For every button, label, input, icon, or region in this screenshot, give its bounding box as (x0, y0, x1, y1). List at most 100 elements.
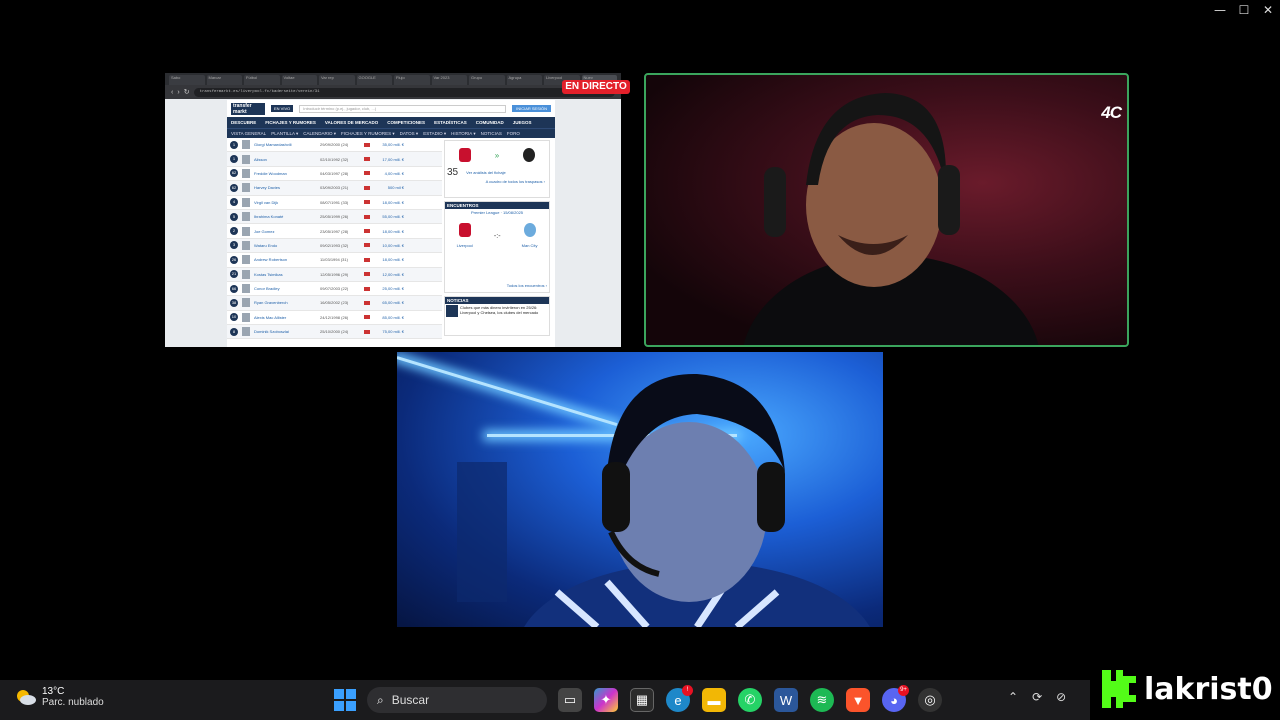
league-label[interactable]: Premier League · 15/08/2025 (445, 209, 549, 216)
table-row[interactable]: 66 Conor Bradley 09/07/2003 (22) 25,00 mill… (227, 282, 442, 297)
store-icon[interactable]: ▦ (630, 688, 654, 712)
player-name[interactable]: Ibrahima Konaté (254, 214, 316, 219)
shirt-number: 3 (230, 241, 238, 250)
nav-item[interactable]: COMUNIDAD (476, 120, 504, 125)
table-row[interactable]: 38 Ryan Gravenberch 16/05/2002 (23) 65,00 m… (227, 296, 442, 311)
chevron-up-icon[interactable]: ⌃ (1008, 690, 1018, 704)
spotify-icon[interactable]: ≋ (810, 688, 834, 712)
minimize-button[interactable]: — (1208, 0, 1232, 20)
all-matches-link[interactable]: Todos los encuentros › (445, 282, 549, 289)
streamer-camera-tile[interactable] (397, 352, 883, 627)
tm-logo[interactable]: transfer markt (231, 102, 265, 115)
nav-item[interactable]: FICHAJES Y RUMORES (265, 120, 316, 125)
market-value: 55,00 mill. € (382, 214, 404, 220)
player-name[interactable]: Alexis Mac Allister (254, 315, 316, 320)
nav-item[interactable]: COMPETICIONES (387, 120, 425, 125)
url-field[interactable]: transfermarkt.es/liverpool-fc/kaderseite… (193, 87, 615, 97)
table-row[interactable]: 4 Virgil van Dijk 08/07/1991 (33) 18,00 mil… (227, 196, 442, 210)
subnav-item[interactable]: ESTADIO ▾ (423, 131, 446, 137)
table-row[interactable]: 10 Alexis Mac Allister 24/12/1998 (26) 85,0… (227, 311, 442, 326)
table-row[interactable]: 1 Giorgi Mamardashvili 29/09/2000 (24) 35,0… (227, 138, 442, 153)
browser-tab[interactable]: Grupo (469, 75, 505, 85)
subnav-item[interactable]: NOTICIAS (481, 131, 502, 136)
browser-tab[interactable]: Agrupa (506, 75, 542, 85)
network-icon[interactable]: ⊘ (1056, 690, 1066, 704)
table-row[interactable]: 2 Joe Gomez 23/05/1997 (28) 18,00 mill. € (227, 224, 442, 239)
player-name[interactable]: Andrew Robertson (254, 257, 316, 262)
table-row[interactable]: 21 Kostas Tsimikas 12/05/1996 (29) 12,00 mi… (227, 267, 442, 282)
browser-tab[interactable]: Voltae (281, 75, 317, 85)
brave-icon[interactable]: ▼ (846, 688, 870, 712)
word-icon[interactable]: W (774, 688, 798, 712)
player-photo (242, 183, 250, 193)
subnav-item[interactable]: VISTA GENERAL (231, 131, 266, 136)
player-name[interactable]: Kostas Tsimikas (254, 272, 316, 277)
taskbar-search[interactable]: ⌕ Buscar (367, 687, 547, 713)
system-tray: ⌃ ⟳ ⊘ (1008, 690, 1066, 704)
nav-item[interactable]: ESTADÍSTICAS (434, 120, 467, 125)
sync-icon[interactable]: ⟳ (1032, 690, 1042, 704)
browser-tab[interactable]: Marcar (206, 75, 242, 85)
table-row[interactable]: 1 Alisson 02/10/1992 (32) 17,00 mill. € (227, 152, 442, 167)
subnav-item[interactable]: FICHAJES Y RUMORES ▾ (341, 131, 395, 137)
browser-tab[interactable]: Var 2023 (431, 75, 467, 85)
browser-tab[interactable]: Var rep (319, 75, 355, 85)
subnav-item[interactable]: PLANTILLA ▾ (271, 131, 298, 137)
subnav-item[interactable]: CALENDARIO ▾ (303, 131, 336, 137)
maximize-button[interactable]: ☐ (1232, 0, 1256, 20)
player-name[interactable]: Dominik Szoboszlai (254, 329, 316, 334)
reload-icon[interactable]: ↻ (184, 88, 190, 96)
away-team[interactable]: Man City (520, 223, 540, 249)
browser-tab[interactable]: Flujo (394, 75, 430, 85)
news-item[interactable]: Clubes que más dinero invirtieron en 25/… (460, 305, 548, 317)
player-name[interactable]: Virgil van Dijk (254, 200, 316, 205)
player-name[interactable]: Joe Gomez (254, 229, 316, 234)
obs-icon[interactable]: ◎ (918, 688, 942, 712)
whatsapp-icon[interactable]: ✆ (738, 688, 762, 712)
screen-share-tile[interactable]: Sabo Marcar Fútbol Voltae Var rep GOOGLE… (165, 73, 621, 347)
table-row[interactable]: 3 Wataru Endo 09/02/1993 (32) 10,00 mill. € (227, 238, 442, 254)
browser-tab[interactable]: GOOGLE (356, 75, 392, 85)
transfer-analysis-link[interactable]: Ver análisis del fichaje (464, 169, 508, 176)
player-name[interactable]: Giorgi Mamardashvili (254, 142, 316, 147)
nav-item[interactable]: VALORES DE MERCADO (325, 120, 378, 125)
back-icon[interactable]: ‹ (171, 89, 173, 96)
all-transfers-link[interactable]: A cuadro de todos los traspasos › (447, 178, 547, 185)
discord-icon[interactable]: ◕ 9+ (882, 685, 909, 712)
participant-camera-tile[interactable]: 4C (644, 73, 1129, 347)
table-row[interactable]: 62 Harvey Davies 03/09/2003 (21) 500 mil € (227, 181, 442, 196)
player-name[interactable]: Alisson (254, 157, 316, 162)
browser-tab[interactable]: Fútbol (244, 75, 280, 85)
table-row[interactable]: 5 Ibrahima Konaté 25/05/1999 (26) 55,00 mil… (227, 209, 442, 225)
player-name[interactable]: Ryan Gravenberch (254, 300, 316, 305)
player-name[interactable]: Harvey Davies (254, 185, 316, 190)
table-row[interactable]: 26 Andrew Robertson 11/03/1994 (31) 18,00 m… (227, 253, 442, 268)
start-button[interactable] (333, 688, 357, 712)
close-button[interactable]: ✕ (1256, 0, 1280, 20)
table-row[interactable]: 62 Freddie Woodman 04/03/1997 (28) 4,00 mil… (227, 167, 442, 182)
edge-icon[interactable]: e! (666, 685, 693, 712)
subnav-item[interactable]: HISTORIA ▾ (451, 131, 475, 137)
market-value: 18,00 mill. € (382, 199, 404, 205)
player-name[interactable]: Freddie Woodman (254, 171, 316, 176)
streamer-name: lakrist0 (1144, 671, 1273, 707)
copilot-icon[interactable]: ✦ (594, 688, 618, 712)
forward-icon[interactable]: › (177, 89, 179, 96)
player-name[interactable]: Conor Bradley (254, 286, 316, 291)
tm-search-input[interactable]: Introducir término (p.ej., jugador, club… (299, 104, 507, 113)
nav-item[interactable]: DESCUBRE (231, 120, 256, 125)
channel-logo: 4C (1101, 103, 1122, 122)
nav-item[interactable]: JUEGOS (513, 120, 532, 125)
subnav-item[interactable]: FORO (507, 131, 520, 136)
weather-widget[interactable]: 13°C Parc. nublado (14, 686, 104, 708)
file-explorer-icon[interactable]: ▬ (702, 688, 726, 712)
browser-tab[interactable]: Sabo (169, 75, 205, 85)
subnav-item[interactable]: DATOS ▾ (400, 131, 419, 137)
login-button[interactable]: INICIAR SESIÓN (512, 105, 551, 112)
task-view-icon[interactable]: ▭ (558, 688, 582, 712)
nationality-flag-icon (364, 243, 370, 248)
table-row[interactable]: 8 Dominik Szoboszlai 25/10/2000 (24) 75,00 … (227, 325, 442, 340)
home-team[interactable]: Liverpool (455, 223, 475, 249)
envivo-button[interactable]: EN VIVO (271, 105, 294, 112)
player-name[interactable]: Wataru Endo (254, 243, 316, 248)
